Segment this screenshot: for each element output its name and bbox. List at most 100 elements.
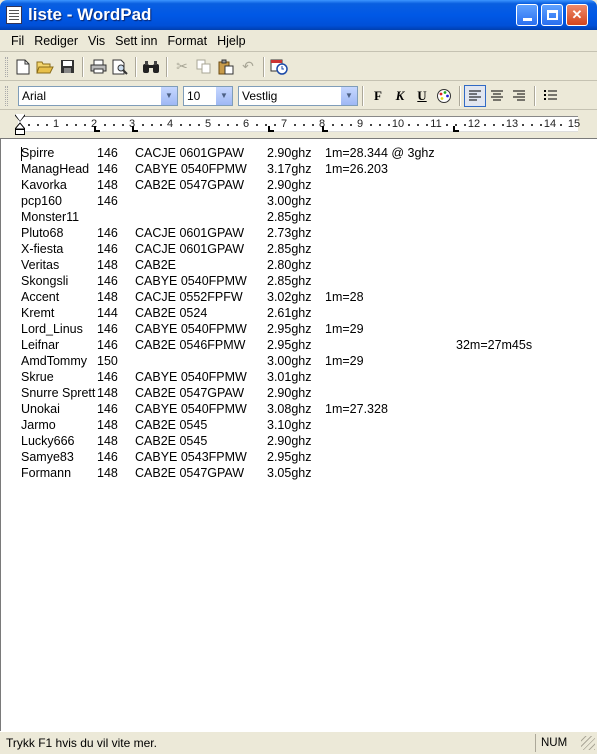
toolbar-grip[interactable] — [5, 56, 8, 77]
text-cell: 146 — [97, 402, 118, 416]
text-cell: CABYE 0540FPMW — [135, 370, 247, 384]
bullets-button[interactable] — [539, 85, 561, 107]
text-cell: 2.80ghz — [267, 258, 312, 272]
text-cell: 2.85ghz — [267, 242, 312, 256]
menu-hjelp[interactable]: Hjelp — [212, 31, 251, 51]
italic-button[interactable]: K — [389, 85, 411, 107]
text-line[interactable]: Samye83 146 CABYE 0543FPMW 2.95ghz — [21, 449, 581, 465]
text-line[interactable]: Snurre Sprett 148 CAB2E 0547GPAW 2.90ghz — [21, 385, 581, 401]
text-cell: 148 — [97, 466, 118, 480]
text-line[interactable]: Jarmo 148 CAB2E 0545 3.10ghz — [21, 417, 581, 433]
chevron-down-icon[interactable]: ▼ — [340, 86, 357, 105]
text-cell: 146 — [97, 242, 118, 256]
menu-vis[interactable]: Vis — [83, 31, 110, 51]
close-button[interactable]: ✕ — [566, 4, 588, 26]
align-left-icon — [469, 90, 481, 101]
text-line[interactable]: ManagHead 146 CABYE 0540FPMW 3.17ghz 1m=26.2… — [21, 161, 581, 177]
text-line[interactable]: Unokai 146 CABYE 0540FPMW 3.08ghz 1m=27.328 — [21, 401, 581, 417]
resize-grip[interactable] — [581, 736, 595, 750]
text-line[interactable]: Pluto68 146 CACJE 0601GPAW 2.73ghz — [21, 225, 581, 241]
text-cell: 148 — [97, 386, 118, 400]
text-line[interactable]: Leifnar 146 CAB2E 0546FPMW 2.95ghz 32m=27m45… — [21, 337, 581, 353]
print-icon[interactable] — [87, 56, 109, 78]
print-preview-icon[interactable] — [109, 56, 131, 78]
tab-stop-marker[interactable] — [268, 126, 274, 132]
align-center-button[interactable] — [486, 85, 508, 107]
insert-date-icon[interactable] — [268, 56, 290, 78]
minimize-icon — [522, 17, 532, 21]
ruler-number: 1 — [52, 118, 60, 130]
maximize-button[interactable] — [541, 4, 563, 26]
document-text[interactable]: Spirre 146 CACJE 0601GPAW 2.90ghz 1m=28.344 … — [21, 145, 581, 481]
save-icon[interactable] — [56, 56, 78, 78]
wordpad-app-icon[interactable] — [6, 6, 22, 24]
text-line[interactable]: Veritas 148 CAB2E 2.80ghz — [21, 257, 581, 273]
text-cell: 2.90ghz — [267, 434, 312, 448]
script-combo[interactable]: Vestlig ▼ — [238, 85, 358, 106]
text-line[interactable]: Lucky666 148 CAB2E 0545 2.90ghz — [21, 433, 581, 449]
align-left-button[interactable] — [464, 84, 486, 107]
ruler-tick — [180, 124, 182, 126]
ruler-tick — [493, 124, 495, 126]
text-line[interactable]: Accent 148 CACJE 0552FPFW 3.02ghz 1m=28 — [21, 289, 581, 305]
chevron-down-icon[interactable]: ▼ — [215, 86, 232, 105]
underline-button[interactable]: U — [411, 85, 433, 107]
ruler-tick — [104, 124, 106, 126]
tab-stop-marker[interactable] — [322, 126, 328, 132]
menu-rediger[interactable]: Rediger — [29, 31, 83, 51]
text-cell: CACJE 0601GPAW — [135, 226, 245, 240]
indent-marker[interactable] — [13, 114, 27, 136]
align-right-icon — [513, 90, 525, 101]
undo-icon[interactable]: ↶ — [237, 56, 259, 78]
document-area[interactable]: Spirre 146 CACJE 0601GPAW 2.90ghz 1m=28.344 … — [0, 138, 597, 731]
text-line[interactable]: Skongsli 146 CABYE 0540FPMW 2.85ghz — [21, 273, 581, 289]
text-cell: CAB2E 0545 — [135, 418, 208, 432]
menu-format[interactable]: Format — [163, 31, 213, 51]
ruler-tick — [84, 124, 86, 126]
font-size-combo[interactable]: 10 ▼ — [183, 85, 233, 106]
copy-icon[interactable] — [193, 56, 215, 78]
text-cell: 146 — [97, 274, 118, 288]
text-line[interactable]: Formann 148 CAB2E 0547GPAW 3.05ghz — [21, 465, 581, 481]
font-name-combo[interactable]: Arial ▼ — [18, 85, 178, 106]
tab-stop-marker[interactable] — [453, 126, 459, 132]
ruler-tick — [151, 124, 153, 126]
ruler[interactable]: 1 2 3 4 5 6 7 8 9 10 11 12 13 14 15 — [0, 112, 597, 138]
color-palette-icon[interactable] — [433, 85, 455, 107]
text-cell: 150 — [97, 354, 118, 368]
text-line[interactable]: Kremt 144 CAB2E 0524 2.61ghz — [21, 305, 581, 321]
menu-fil[interactable]: Fil — [6, 31, 29, 51]
new-icon[interactable] — [12, 56, 34, 78]
format-toolbar: Arial ▼ 10 ▼ Vestlig ▼ F K U — [0, 82, 597, 110]
ruler-tick — [522, 124, 524, 126]
text-line[interactable]: AmdTommy 150 3.00ghz 1m=29 — [21, 353, 581, 369]
ruler-tick — [312, 124, 314, 126]
tab-stop-marker[interactable] — [132, 126, 138, 132]
paste-icon[interactable] — [215, 56, 237, 78]
chevron-down-icon[interactable]: ▼ — [160, 86, 177, 105]
title-bar[interactable]: liste - WordPad ✕ — [0, 0, 597, 30]
align-right-button[interactable] — [508, 85, 530, 107]
text-cell: CAB2E 0547GPAW — [135, 386, 245, 400]
text-cell: 146 — [97, 226, 118, 240]
text-line[interactable]: Kavorka 148 CAB2E 0547GPAW 2.90ghz — [21, 177, 581, 193]
text-line[interactable]: X-fiesta 146 CACJE 0601GPAW 2.85ghz — [21, 241, 581, 257]
bullets-icon — [543, 90, 557, 100]
text-line[interactable]: Skrue 146 CABYE 0540FPMW 3.01ghz — [21, 369, 581, 385]
open-icon[interactable] — [34, 56, 56, 78]
text-line[interactable]: pcp160 146 3.00ghz — [21, 193, 581, 209]
bold-button[interactable]: F — [367, 85, 389, 107]
minimize-button[interactable] — [516, 4, 538, 26]
script-value: Vestlig — [242, 88, 278, 103]
text-cell: 1m=27.328 — [325, 402, 388, 416]
toolbar-separator — [362, 85, 363, 106]
text-line[interactable]: Spirre 146 CACJE 0601GPAW 2.90ghz 1m=28.344 … — [21, 145, 581, 161]
text-cell: 3.00ghz — [267, 194, 312, 208]
text-line[interactable]: Monster11 2.85ghz — [21, 209, 581, 225]
toolbar-grip[interactable] — [5, 85, 8, 106]
text-line[interactable]: Lord_Linus 146 CABYE 0540FPMW 2.95ghz 1m=29 — [21, 321, 581, 337]
find-icon[interactable] — [140, 56, 162, 78]
menu-sett-inn[interactable]: Sett inn — [110, 31, 162, 51]
tab-stop-marker[interactable] — [94, 126, 100, 132]
cut-icon[interactable]: ✂ — [171, 56, 193, 78]
